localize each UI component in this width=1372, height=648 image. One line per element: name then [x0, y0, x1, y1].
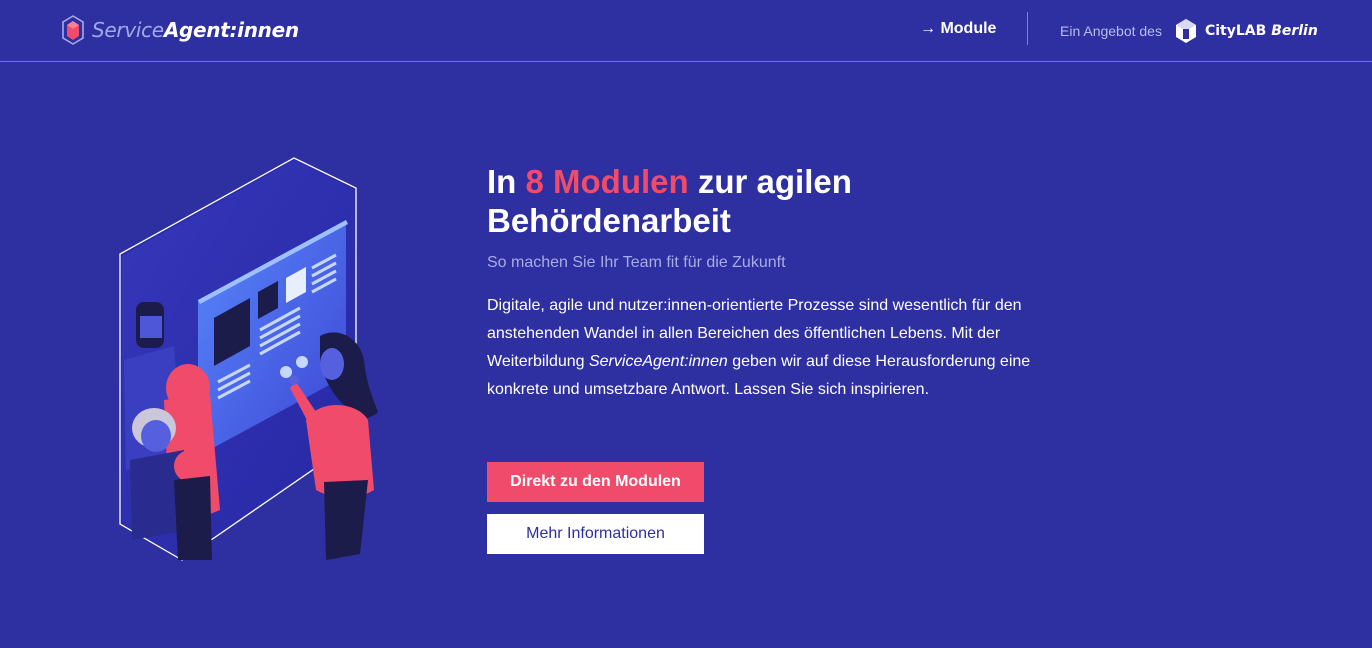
- header-divider: [1027, 12, 1028, 45]
- nav-link-module-label: Module: [940, 20, 997, 37]
- citylab-logo-icon: [1175, 19, 1196, 43]
- citylab-city: Berlin: [1271, 23, 1318, 39]
- hero-subtitle: So machen Sie Ihr Team fit für die Zukun…: [487, 254, 786, 271]
- site-header: ServiceAgent:innen → Module Ein Angebot …: [0, 0, 1372, 62]
- citylab-name: CityLAB: [1204, 23, 1267, 39]
- hero-section: In 8 Modulen zur agilen Behördenarbeit S…: [487, 162, 1067, 554]
- arrow-right-icon: →: [920, 20, 936, 37]
- hero-description-emphasis: ServiceAgent:innen: [588, 353, 728, 370]
- offer-attribution: Ein Angebot des CityLAB Berlin: [1060, 16, 1318, 46]
- hero-title-prefix: In: [487, 163, 526, 200]
- citylab-wordmark[interactable]: CityLAB Berlin: [1205, 23, 1318, 39]
- brand-name-service: Service: [92, 18, 164, 42]
- hero-title: In 8 Modulen zur agilen Behördenarbeit: [487, 162, 1067, 240]
- hero-title-accent: 8 Modulen: [525, 163, 689, 200]
- brand-logo-link[interactable]: ServiceAgent:innen: [62, 14, 299, 46]
- brand-name: ServiceAgent:innen: [92, 18, 299, 42]
- direct-to-modules-button[interactable]: Direkt zu den Modulen: [487, 462, 704, 502]
- brand-name-agent: Agent:innen: [163, 18, 299, 42]
- hexagon-logo-icon: [62, 15, 84, 45]
- offer-label: Ein Angebot des: [1060, 23, 1162, 39]
- team-collaboration-illustration: [119, 157, 378, 561]
- hero-description: Digitale, agile und nutzer:innen-orienti…: [487, 292, 1062, 404]
- more-information-button[interactable]: Mehr Informationen: [487, 514, 704, 554]
- nav-link-module[interactable]: → Module: [920, 20, 996, 38]
